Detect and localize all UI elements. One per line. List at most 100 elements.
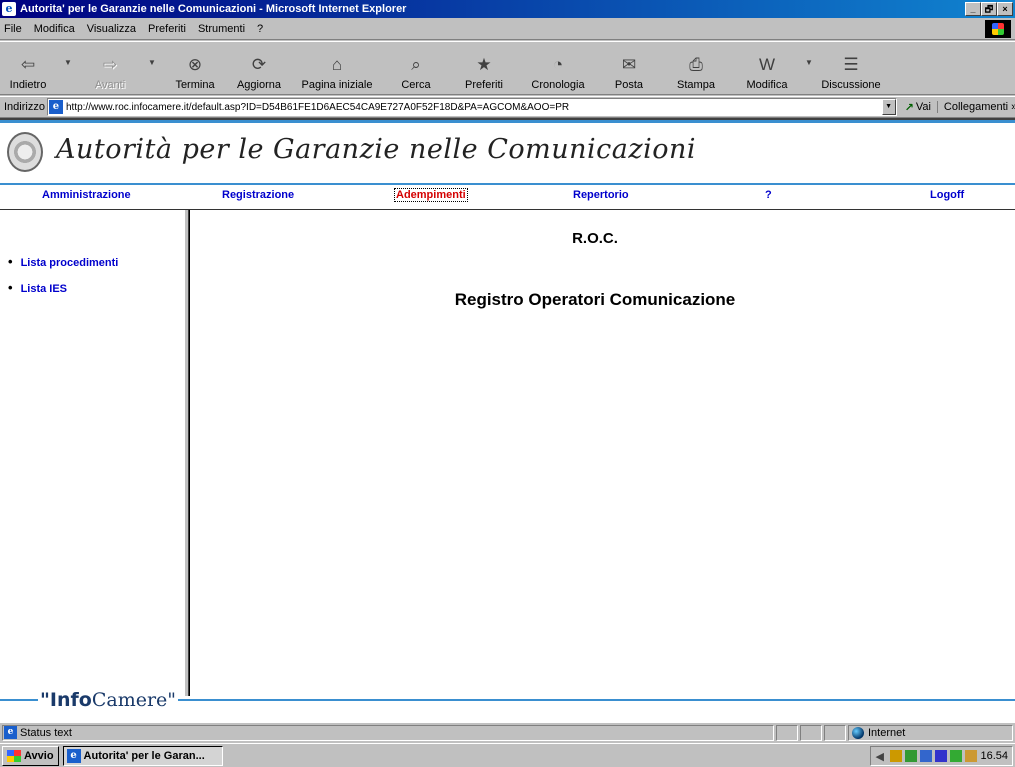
print-button[interactable]: ⎙ Stampa	[660, 45, 732, 91]
sidebar-item-lista-procedimenti[interactable]: Lista procedimenti	[8, 254, 119, 269]
history-icon: ◔	[552, 55, 564, 74]
page-viewport: Autorità per le Garanzie nelle Comunicaz…	[0, 118, 1015, 722]
go-arrow-icon: ↗	[904, 101, 914, 114]
windows-logo-icon	[7, 749, 21, 762]
window-titlebar[interactable]: e Autorita' per le Garanzie nelle Comuni…	[0, 0, 1015, 18]
menu-file[interactable]: File	[0, 23, 28, 35]
edit-button[interactable]: W Modifica	[732, 45, 802, 91]
history-button[interactable]: ◔ Cronologia	[518, 45, 598, 91]
discuss-button[interactable]: ☰ Discussione	[816, 45, 886, 91]
start-button[interactable]: Avvio	[2, 745, 59, 766]
forward-button[interactable]: ⇨ Avanti	[80, 45, 140, 91]
footer-rule-left	[0, 699, 38, 701]
address-dropdown-icon[interactable]: ▼	[881, 99, 896, 115]
forward-arrow-icon: ⇨	[102, 55, 118, 74]
nav-amministrazione[interactable]: Amministrazione	[42, 189, 131, 201]
print-icon: ⎙	[689, 55, 703, 74]
menu-edit[interactable]: Modifica	[28, 23, 81, 35]
back-arrow-icon: ⇦	[20, 55, 36, 74]
page-subheading: Registro Operatori Comunicazione	[454, 290, 736, 309]
nav-registrazione[interactable]: Registrazione	[222, 189, 294, 201]
refresh-label: Aggiorna	[236, 79, 282, 91]
back-button[interactable]: ⇦ Indietro	[0, 45, 56, 91]
taskbar-ie-window[interactable]: e Autorita' per le Garan...	[62, 745, 223, 766]
forward-dropdown-icon[interactable]: ▼	[140, 58, 164, 67]
status-cell	[824, 724, 846, 741]
back-label: Indietro	[9, 79, 47, 91]
edit-dropdown-icon[interactable]: ▼	[802, 58, 816, 67]
header-rule	[0, 120, 1015, 123]
clock[interactable]: 16.54	[980, 750, 1008, 762]
nav-adempimenti[interactable]: Adempimenti	[394, 188, 468, 202]
back-dropdown-icon[interactable]: ▼	[56, 58, 80, 67]
status-text: Status text	[20, 726, 72, 739]
top-nav: Amministrazione Registrazione Adempiment…	[0, 188, 1015, 207]
toolbar: ⇦ Indietro ▼ ⇨ Avanti ▼ ⊗ Termina ⟳ Aggi…	[0, 41, 1015, 95]
tray-app-icon[interactable]	[965, 749, 978, 762]
print-label: Stampa	[677, 79, 715, 91]
monitor-icon[interactable]	[920, 749, 933, 762]
home-button[interactable]: ⌂ Pagina iniziale	[292, 45, 382, 91]
ie-app-icon[interactable]: e	[2, 2, 16, 16]
windows-logo-icon	[985, 20, 1011, 38]
nav-repertorio[interactable]: Repertorio	[573, 189, 629, 201]
favorites-icon: ★	[476, 55, 492, 74]
taskbar-window-label: Autorita' per le Garan...	[83, 749, 205, 762]
status-cell	[776, 724, 798, 741]
republic-seal-icon	[7, 132, 43, 172]
header-rule-bottom	[0, 183, 1015, 185]
favorites-label: Preferiti	[465, 79, 503, 91]
go-button[interactable]: ↗ Vai	[897, 101, 937, 114]
menu-help[interactable]: ?	[251, 23, 269, 35]
edit-label: Modifica	[746, 79, 788, 91]
mail-label: Posta	[614, 79, 644, 91]
menu-tools[interactable]: Strumenti	[192, 23, 251, 35]
footer-rule-right	[178, 699, 1015, 701]
menu-bar: File Modifica Visualizza Preferiti Strum…	[0, 18, 1015, 40]
network-icon[interactable]	[935, 749, 948, 762]
menu-view[interactable]: Visualizza	[81, 23, 142, 35]
status-bar: e Status text Internet	[0, 722, 1015, 742]
home-icon: ⌂	[331, 55, 343, 74]
menu-favorites[interactable]: Preferiti	[142, 23, 192, 35]
close-button[interactable]: ×	[997, 2, 1013, 16]
mail-button[interactable]: ✉ Posta	[598, 45, 660, 91]
stop-label: Termina	[175, 79, 215, 91]
infocamere-logo: "InfoCamere"	[38, 689, 179, 711]
nav-logoff[interactable]: Logoff	[930, 189, 964, 201]
infocamere-footer: "InfoCamere"	[0, 689, 1015, 711]
window-title: Autorita' per le Garanzie nelle Comunica…	[20, 3, 407, 15]
stop-button[interactable]: ⊗ Termina	[164, 45, 226, 91]
discuss-icon: ☰	[843, 55, 859, 74]
nav-help[interactable]: ?	[765, 189, 772, 201]
security-zone: Internet	[848, 724, 1013, 741]
search-label: Cerca	[401, 79, 431, 91]
speaker-icon[interactable]: ◀	[875, 750, 887, 763]
refresh-button[interactable]: ⟳ Aggiorna	[226, 45, 292, 91]
address-url[interactable]: http://www.roc.infocamere.it/default.asp…	[66, 102, 882, 113]
address-bar: Indirizzo e http://www.roc.infocamere.it…	[0, 96, 1015, 118]
logo-camere: Camere"	[91, 689, 177, 711]
page-heading: R.O.C.	[572, 230, 618, 247]
history-label: Cronologia	[531, 79, 585, 91]
zone-label: Internet	[868, 726, 906, 739]
favorites-button[interactable]: ★ Preferiti	[450, 45, 518, 91]
forward-label: Avanti	[94, 79, 126, 91]
logo-info: "Info	[40, 689, 92, 711]
tray-app-icon[interactable]	[905, 749, 918, 762]
sidebar-item-lista-ies[interactable]: Lista IES	[8, 280, 67, 295]
discuss-label: Discussione	[821, 79, 881, 91]
tray-app-icon[interactable]	[950, 749, 963, 762]
go-label: Vai	[915, 101, 931, 113]
maximize-button[interactable]: 🗗	[981, 2, 997, 16]
mail-icon: ✉	[621, 55, 637, 74]
address-label: Indirizzo	[4, 101, 45, 113]
status-main: e Status text	[2, 724, 774, 741]
minimize-button[interactable]: _	[965, 2, 981, 16]
tray-app-icon[interactable]	[890, 749, 903, 762]
taskbar: Avvio e Autorita' per le Garan... ◀ 16.5…	[0, 743, 1015, 767]
links-button[interactable]: Collegamenti »	[936, 101, 1015, 113]
address-input[interactable]: e http://www.roc.infocamere.it/default.a…	[46, 98, 897, 116]
stop-icon: ⊗	[187, 55, 203, 74]
search-button[interactable]: ⌕ Cerca	[382, 45, 450, 91]
